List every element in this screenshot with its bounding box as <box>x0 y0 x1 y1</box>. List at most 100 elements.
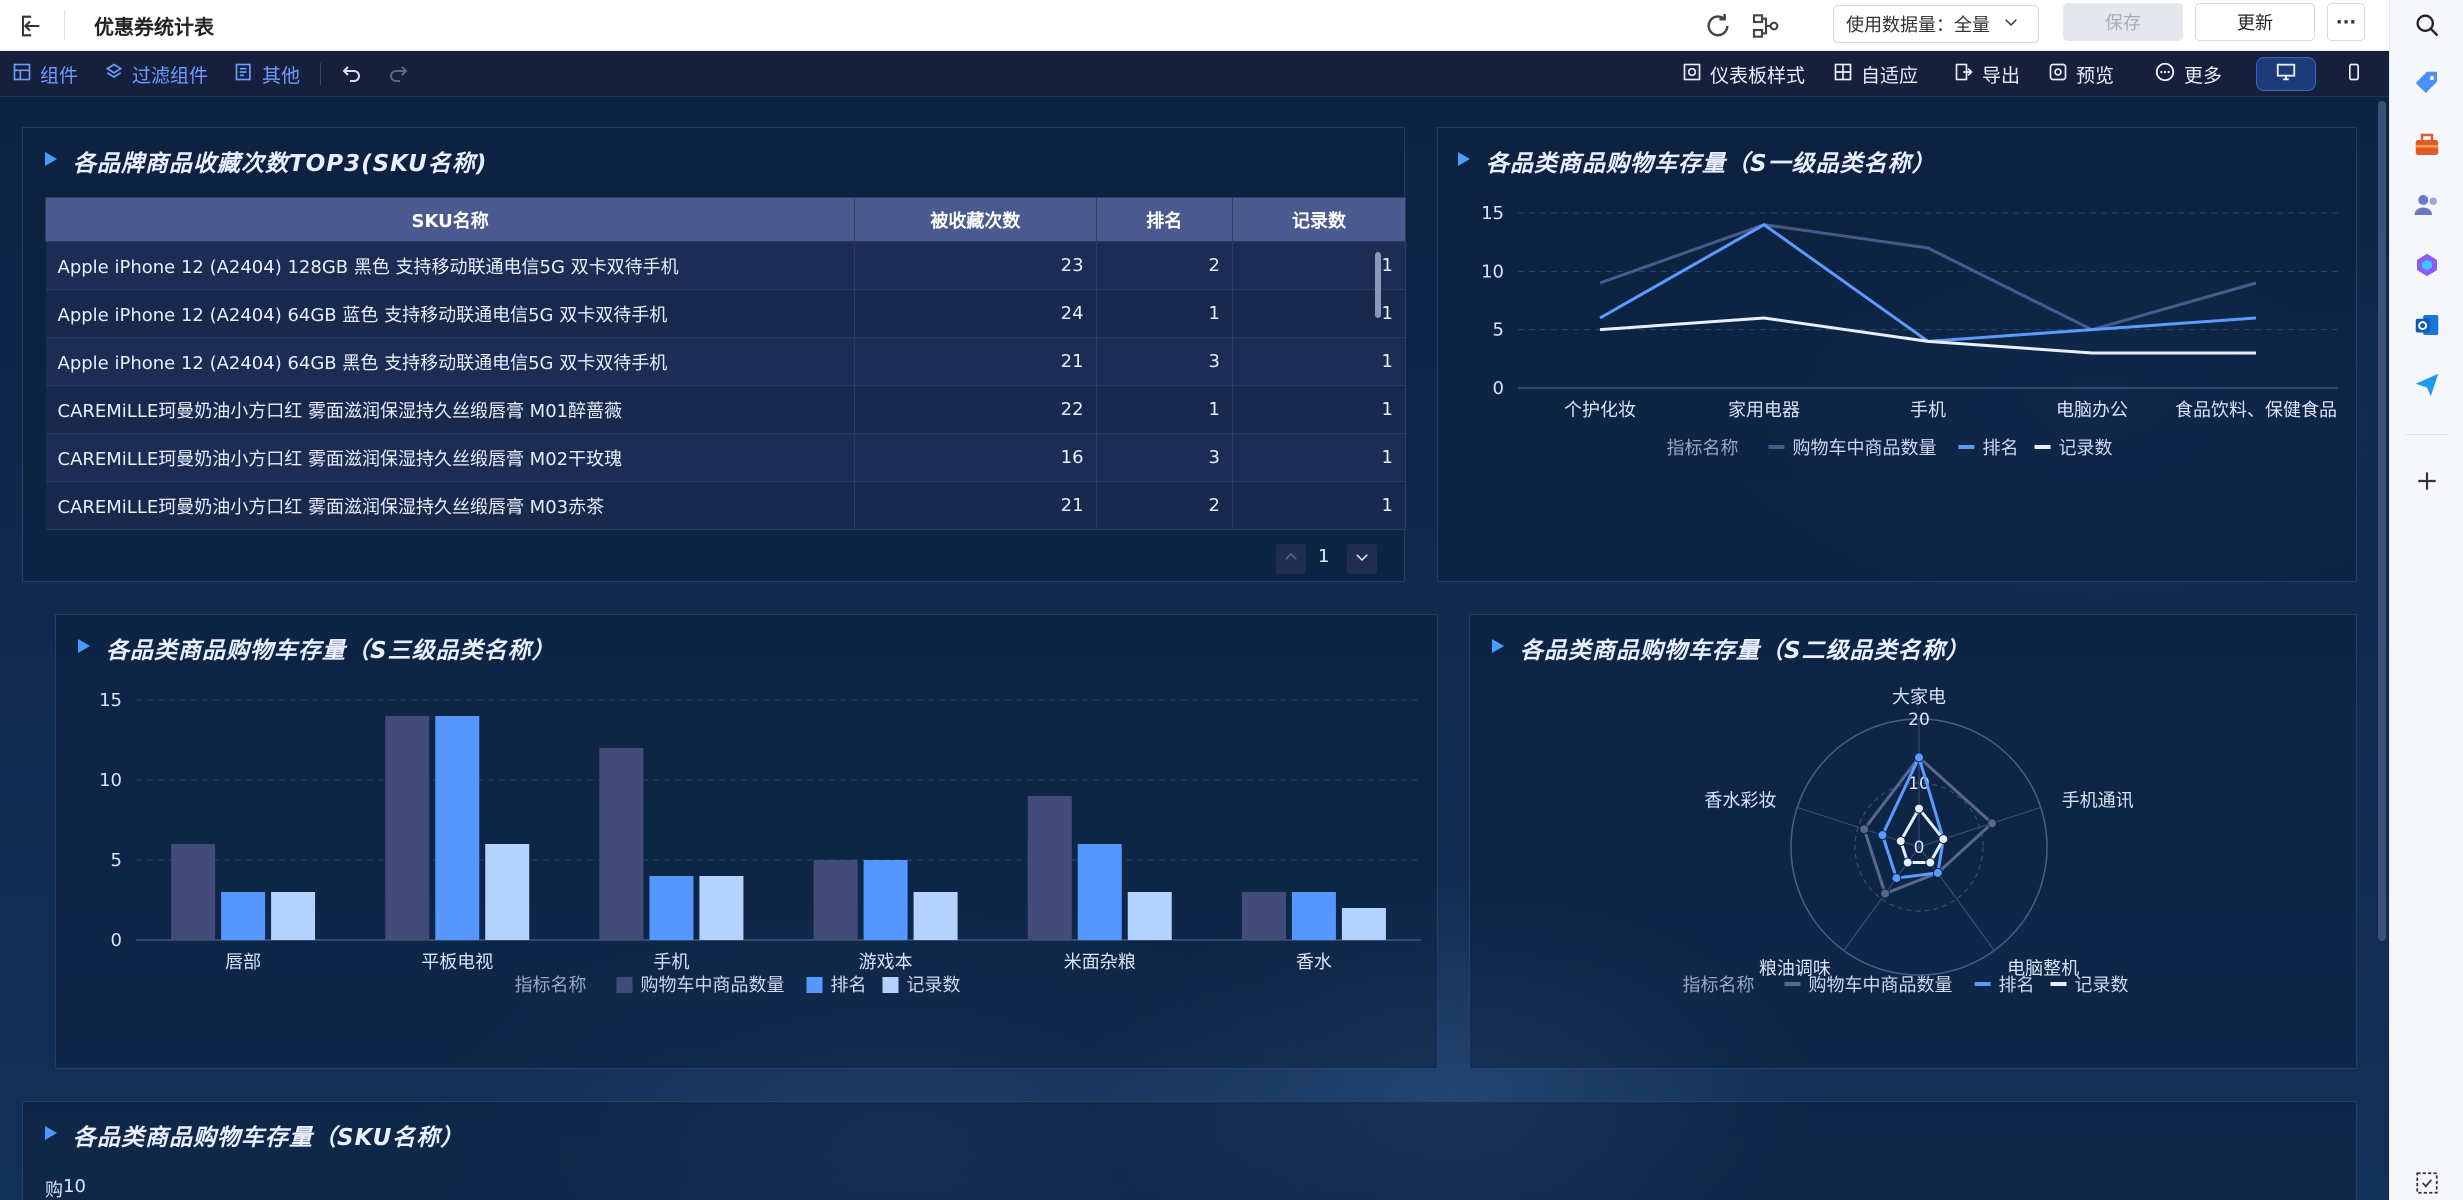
radar-point <box>1895 836 1906 847</box>
canvas-scrollbar[interactable] <box>2378 101 2386 941</box>
col-header-record-count[interactable]: 记录数 <box>1231 197 1406 242</box>
adaptive-icon <box>1833 62 1853 87</box>
legend-swatch <box>1974 982 1991 986</box>
cell-rank: 2 <box>1096 241 1233 290</box>
radar-point <box>1925 857 1936 868</box>
legend-swatch <box>1958 445 1975 449</box>
toolbar-dashboard-style[interactable]: 仪表板样式 <box>1682 51 1805 97</box>
legend-title: 指标名称 <box>1683 975 1755 996</box>
data-scope-value: 全量 <box>1954 15 1990 36</box>
save-button[interactable]: 保存 <box>2063 3 2183 41</box>
cell-fav-count: 24 <box>854 289 1097 338</box>
y-axis-label: 购 <box>45 1180 63 1200</box>
x-tick-label: 平板电视 <box>421 952 493 973</box>
screenshot-icon[interactable] <box>2408 1170 2446 1196</box>
bar <box>385 716 430 940</box>
chart-legend: 指标名称 购物车中商品数量 排名 记录数 <box>515 975 961 996</box>
outlook-icon[interactable] <box>2408 306 2446 344</box>
panel-title-marker <box>45 152 57 166</box>
toolbar-preview[interactable]: 预览 <box>2048 51 2114 97</box>
panel-title-marker <box>45 1126 57 1140</box>
table-scrollbar[interactable] <box>1375 252 1381 318</box>
cell-sku: CAREMiLLE珂曼奶油小方口红 雾面滋润保湿持久丝缎唇膏 M02干玫瑰 <box>45 433 856 482</box>
page-prev-button[interactable] <box>1276 544 1306 574</box>
table-row[interactable]: CAREMiLLE珂曼奶油小方口红 雾面滋润保湿持久丝缎唇膏 M01醉蔷薇 22 1… <box>45 385 1406 434</box>
toolbar-more[interactable]: 更多 <box>2154 51 2222 97</box>
radar-point <box>1932 867 1943 878</box>
bar <box>435 716 480 940</box>
add-icon[interactable] <box>2408 462 2446 500</box>
legend-label: 购物车中商品数量 <box>641 975 785 996</box>
undo-icon[interactable] <box>340 62 364 86</box>
more-button[interactable]: ··· <box>2327 3 2365 41</box>
redo-icon[interactable] <box>386 62 410 86</box>
refresh-icon[interactable] <box>1702 10 1734 42</box>
cell-rank: 1 <box>1096 289 1233 338</box>
radar-indicator-label: 大家电 <box>1892 687 1946 708</box>
sku-bar-chart-panel: 各品类商品购物车存量（SKU名称） 购 10 <box>22 1101 2357 1200</box>
table-row[interactable]: Apple iPhone 12 (A2404) 64GB 蓝色 支持移动联通电信… <box>45 289 1406 338</box>
toolbar-other[interactable]: 其他 <box>234 51 300 97</box>
cell-record-count: 1 <box>1232 337 1406 386</box>
copilot-icon[interactable] <box>2408 246 2446 284</box>
cell-record-count: 1 <box>1232 385 1406 434</box>
tag-icon[interactable] <box>2408 64 2446 102</box>
line-chart-panel: 各品类商品购物车存量（S一级品类名称） 购物车中商品数量/排名/记录数05101… <box>1437 127 2357 582</box>
lineage-icon[interactable] <box>1750 10 1782 42</box>
col-header-rank[interactable]: 排名 <box>1095 197 1233 242</box>
toolbar-export[interactable]: 导出 <box>1954 51 2020 97</box>
table-row[interactable]: CAREMiLLE珂曼奶油小方口红 雾面滋润保湿持久丝缎唇膏 M03赤茶 21 2 1 <box>45 481 1406 530</box>
radar-point <box>1914 752 1924 763</box>
x-tick-label: 食品饮料、保健食品 <box>2175 400 2337 421</box>
series-line <box>1599 316 2256 355</box>
chevron-down-icon <box>1353 548 1371 570</box>
filter-icon <box>104 62 124 87</box>
bar <box>1027 796 1072 940</box>
bar <box>171 844 216 940</box>
bar <box>1341 908 1386 940</box>
line-chart-title: 各品类商品购物车存量（S一级品类名称） <box>1486 151 1936 177</box>
radar-chart-title: 各品类商品购物车存量（S二级品类名称） <box>1520 638 1970 664</box>
y-tick-label: 15 <box>99 690 122 711</box>
table-row[interactable]: CAREMiLLE珂曼奶油小方口红 雾面滋润保湿持久丝缎唇膏 M02干玫瑰 16 3… <box>45 433 1406 482</box>
update-button[interactable]: 更新 <box>2195 3 2315 41</box>
col-header-sku[interactable]: SKU名称 <box>45 197 856 242</box>
page-next-button[interactable] <box>1347 544 1377 574</box>
toolbar-dashboard-style-label: 仪表板样式 <box>1710 64 1806 87</box>
bar <box>485 844 530 940</box>
bar <box>913 892 958 940</box>
toolbar-preview-label: 预览 <box>2076 64 2115 87</box>
toolbar-adaptive[interactable]: 自适应 <box>1833 51 1918 97</box>
legend-swatch <box>806 977 823 993</box>
bar-chart-title: 各品类商品购物车存量（S三级品类名称） <box>106 638 556 664</box>
table-row[interactable]: Apple iPhone 12 (A2404) 64GB 黑色 支持移动联通电信… <box>45 337 1406 386</box>
divider <box>2406 434 2448 435</box>
back-icon[interactable] <box>16 12 44 40</box>
desktop-view-button[interactable] <box>2256 57 2316 91</box>
cell-rank: 3 <box>1096 337 1233 386</box>
y-tick-label: 10 <box>63 1176 86 1197</box>
cell-rank: 3 <box>1096 433 1233 482</box>
cell-fav-count: 23 <box>854 241 1097 290</box>
table-panel: 各品牌商品收藏次数TOP3(SKU名称) SKU名称 被收藏次数 排名 记录数 … <box>22 127 1406 582</box>
col-header-fav-count[interactable]: 被收藏次数 <box>854 197 1097 242</box>
data-scope-select[interactable]: 使用数据量： 全量 <box>1833 5 2039 43</box>
legend-label: 排名 <box>1983 438 2019 459</box>
legend-swatch <box>2050 982 2067 986</box>
cell-record-count: 1 <box>1232 433 1406 482</box>
search-icon[interactable] <box>2408 6 2446 44</box>
toolbar-component[interactable]: 组件 <box>12 51 78 97</box>
app-window: { "window": {"title": "优惠券统计表"}, "topbar… <box>0 0 2463 1200</box>
toolbox-icon[interactable] <box>2408 126 2446 164</box>
toolbar-filter-component[interactable]: 过滤组件 <box>104 51 208 97</box>
legend-title: 指标名称 <box>515 975 587 996</box>
cell-sku: Apple iPhone 12 (A2404) 64GB 蓝色 支持移动联通电信… <box>45 289 856 338</box>
desktop-icon <box>2275 61 2297 87</box>
table-row[interactable]: Apple iPhone 12 (A2404) 128GB 黑色 支持移动联通电… <box>45 241 1406 290</box>
mobile-view-button[interactable] <box>2332 57 2376 91</box>
legend-swatch <box>2034 445 2051 449</box>
bar <box>271 892 316 940</box>
legend-swatch <box>1768 445 1785 449</box>
send-icon[interactable] <box>2408 366 2446 404</box>
people-icon[interactable] <box>2408 186 2446 224</box>
